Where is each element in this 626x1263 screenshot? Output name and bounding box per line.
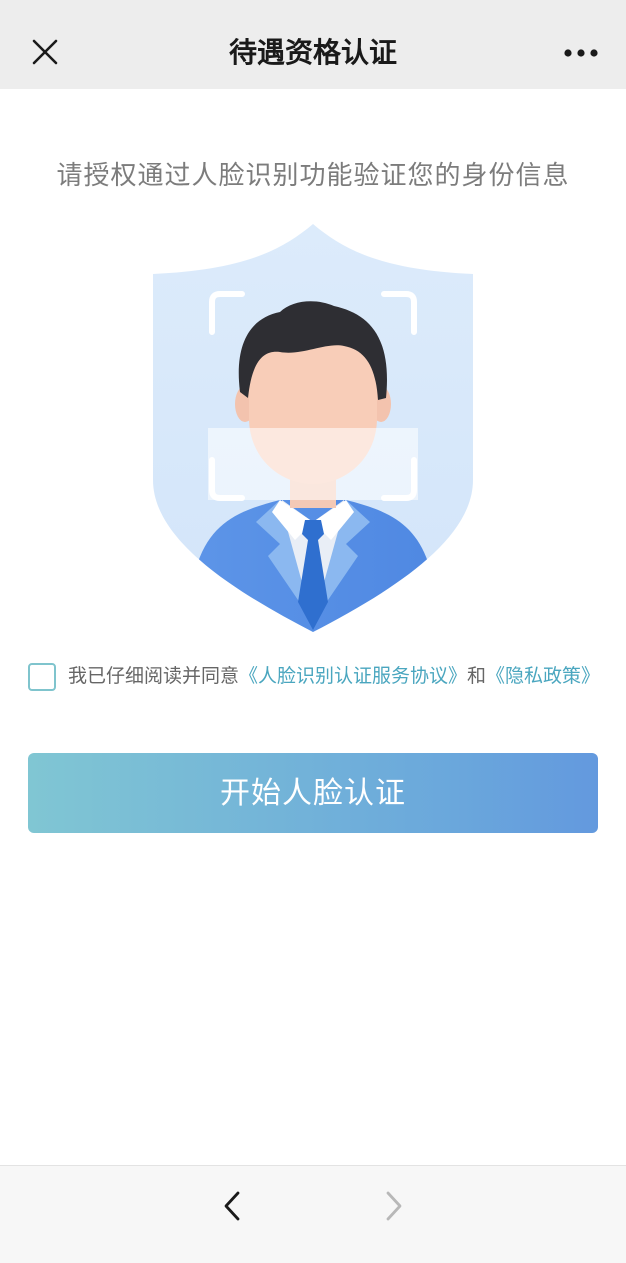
chevron-left-icon xyxy=(224,1191,240,1221)
close-button[interactable] xyxy=(24,31,66,73)
start-face-verification-button[interactable]: 开始人脸认证 xyxy=(28,753,598,833)
close-icon xyxy=(32,39,58,65)
page: 待遇资格认证 请授权通过人脸识别功能验证您的身份信息 我已仔细阅读并同意《人脸识… xyxy=(0,0,626,1263)
face-recognition-shield-icon xyxy=(153,224,473,632)
agreement-conjunction: 和 xyxy=(467,665,487,687)
more-button[interactable] xyxy=(550,33,612,73)
more-dots-icon xyxy=(564,49,598,57)
agreement-row: 我已仔细阅读并同意《人脸识别认证服务协议》和《隐私政策》 xyxy=(28,658,608,694)
top-navbar: 待遇资格认证 xyxy=(0,0,626,89)
agreement-text: 我已仔细阅读并同意《人脸识别认证服务协议》和《隐私政策》 xyxy=(68,658,608,694)
page-title: 待遇资格认证 xyxy=(228,36,397,69)
privacy-policy-link[interactable]: 《隐私政策》 xyxy=(486,665,600,687)
bottom-toolbar xyxy=(0,1165,626,1263)
agreement-checkbox[interactable] xyxy=(28,663,56,691)
forward-button[interactable] xyxy=(374,1186,414,1226)
instruction-text: 请授权通过人脸识别功能验证您的身份信息 xyxy=(56,161,570,191)
face-service-agreement-link[interactable]: 《人脸识别认证服务协议》 xyxy=(239,665,467,687)
back-button[interactable] xyxy=(212,1186,252,1226)
face-recognition-illustration xyxy=(130,222,496,634)
agreement-prefix: 我已仔细阅读并同意 xyxy=(68,665,240,687)
chevron-right-icon xyxy=(386,1191,402,1221)
